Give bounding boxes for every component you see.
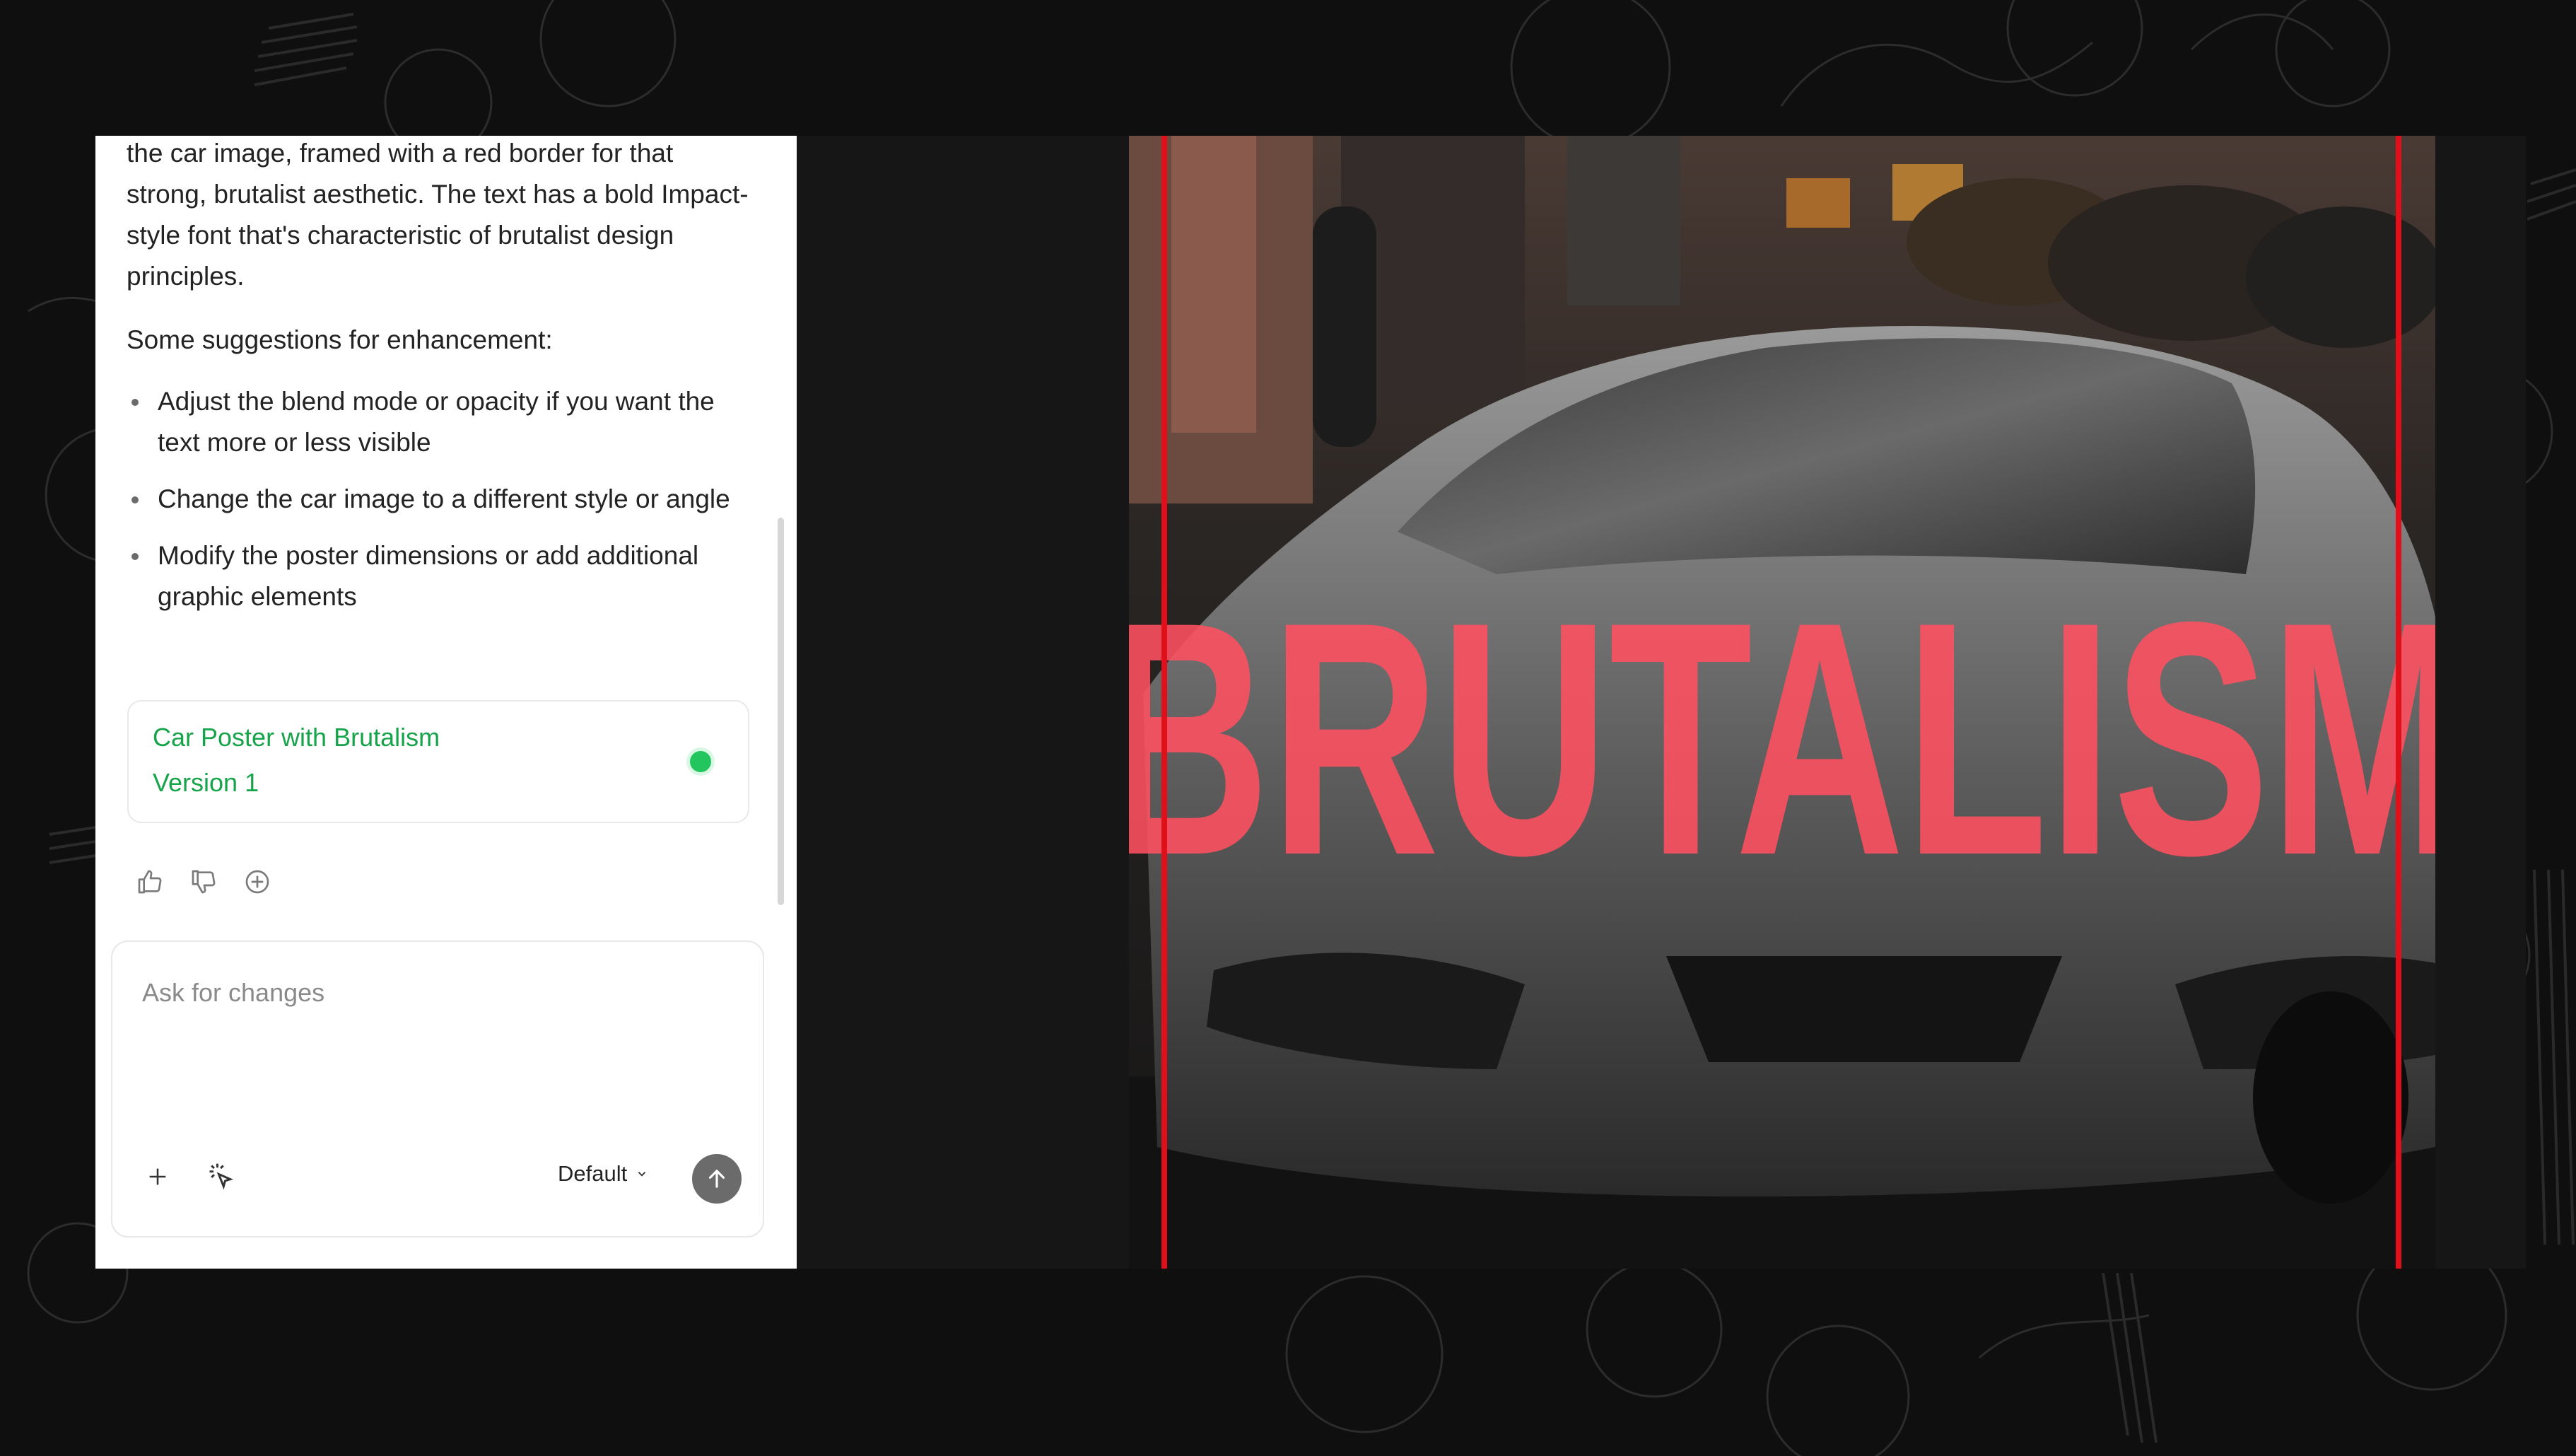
ask-for-changes-input[interactable]	[142, 972, 722, 1014]
poster-headline: BRUTALISM	[1129, 553, 2435, 924]
artifact-title: Car Poster with Brutalism	[153, 723, 440, 752]
send-button[interactable]	[692, 1154, 742, 1204]
artifact-card[interactable]: Car Poster with Brutalism Version 1	[127, 700, 749, 823]
plus-icon[interactable]	[138, 1157, 177, 1196]
retry-icon[interactable]	[241, 866, 274, 898]
thumbs-down-icon[interactable]	[187, 866, 220, 898]
assistant-message-text: the car image, framed with a red border …	[127, 139, 749, 291]
composer: Default	[111, 940, 764, 1237]
car-poster-preview: BRUTALISM	[1129, 136, 2435, 1269]
model-selector[interactable]: Default	[558, 1161, 648, 1187]
poster-border-left	[1161, 136, 1167, 1269]
list-item: Modify the poster dimensions or add addi…	[127, 535, 749, 617]
chevron-down-icon	[638, 1172, 646, 1177]
thumbs-up-icon[interactable]	[134, 866, 166, 898]
list-item: Change the car image to a different styl…	[127, 479, 749, 520]
app-window: the car image, framed with a red border …	[95, 136, 2526, 1269]
model-selector-label: Default	[558, 1161, 628, 1186]
suggestions-heading: Some suggestions for enhancement:	[127, 325, 553, 354]
status-dot	[690, 751, 711, 772]
chat-scrollbar[interactable]	[778, 518, 784, 905]
artifact-version: Version 1	[153, 768, 259, 797]
chat-panel: the car image, framed with a red border …	[95, 136, 797, 1269]
arrow-up-icon	[708, 1169, 725, 1188]
suggestions-list: Adjust the blend mode or opacity if you …	[127, 381, 749, 633]
cursor-select-icon[interactable]	[201, 1157, 241, 1196]
artifact-preview-panel: BRUTALISM	[797, 136, 2526, 1269]
poster-border-right	[2396, 136, 2401, 1269]
car-photo: BRUTALISM	[1129, 136, 2435, 1269]
list-item: Adjust the blend mode or opacity if you …	[127, 381, 749, 463]
